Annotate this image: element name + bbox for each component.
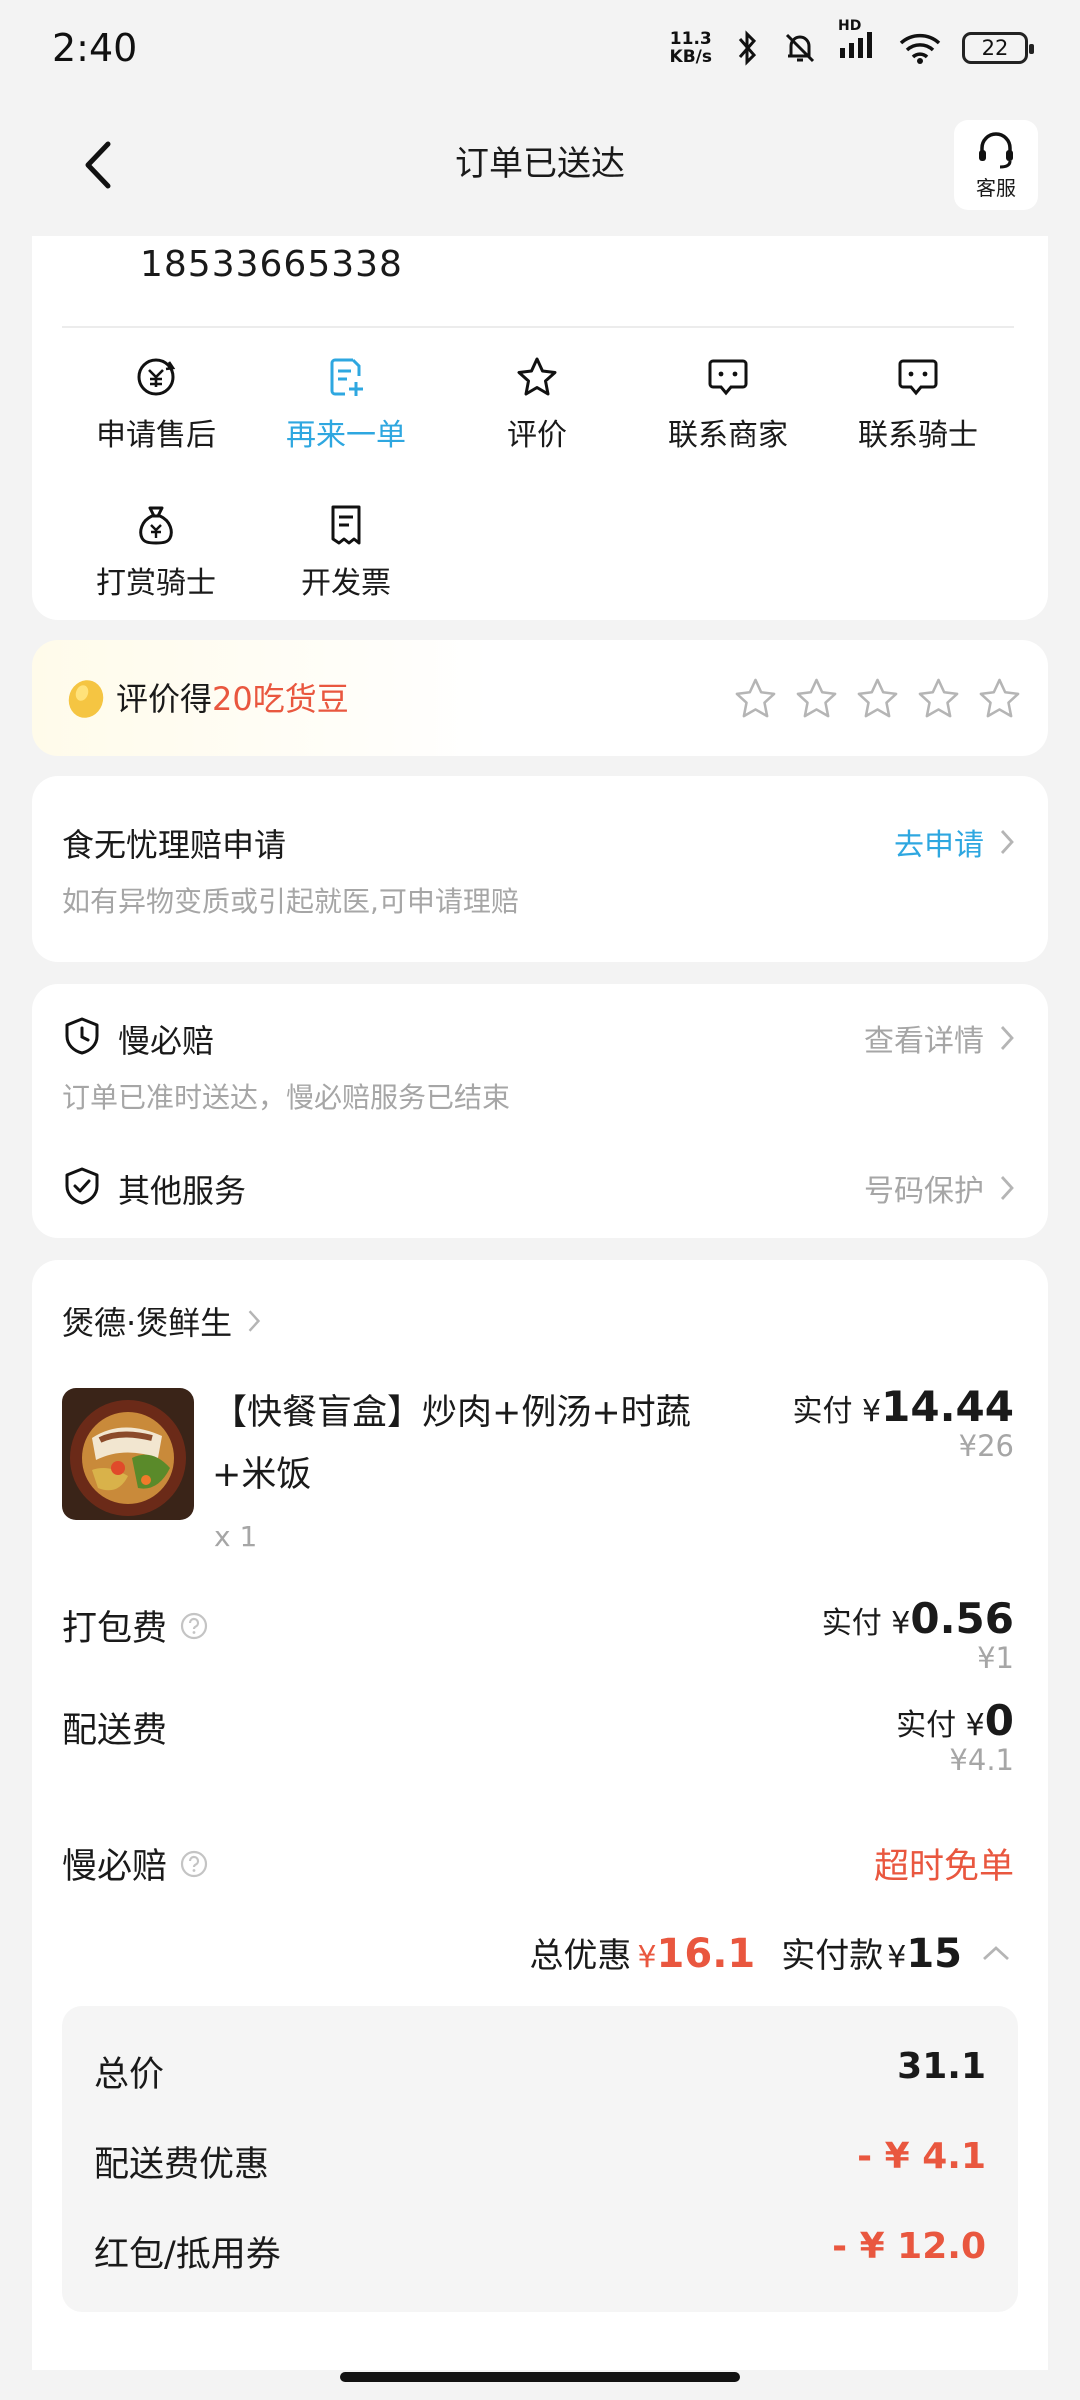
slow-pay-label: 慢必赔 [62,1838,209,1889]
detail-row-delivery-discount: 配送费优惠 - ¥ 4.1 [94,2136,986,2185]
packing-fee-label: 打包费 [62,1600,209,1651]
contact-phone: 18533665338 [140,244,403,285]
money-bag-icon [139,506,173,545]
action-invoice[interactable]: 开发票 [246,502,446,602]
claim-apply-link[interactable]: 去申请 [894,820,1016,864]
headset-icon [979,131,1013,168]
clock-shield-icon [65,1017,99,1055]
action-contact-rider[interactable]: 联系骑士 [818,354,1018,454]
food-quantity: x 1 [214,1520,258,1553]
order-actions-card: 18533665338 申请售后 再来一单 评价 联系商家 联系骑士 打赏骑士 … [32,236,1048,620]
shield-check-icon [65,1167,99,1205]
status-icons: 11.3 KB/s HD 22 [669,18,1034,69]
bluetooth-icon [738,30,757,66]
chevron-right-icon [1000,830,1014,854]
number-protection-link[interactable]: 号码保护 [864,1166,1016,1210]
claim-subtitle: 如有异物变质或引起就医,可申请理赔 [62,885,519,918]
rating-star-4[interactable] [916,676,961,721]
rating-card: 评价得20吃货豆 [32,640,1048,756]
packing-fee-price: 实付 ¥0.56 ¥1 [821,1594,1014,1675]
action-reorder[interactable]: 再来一单 [246,354,446,454]
slow-pay-details-link[interactable]: 查看详情 [864,1016,1016,1060]
home-indicator[interactable] [340,2372,740,2382]
chat-icon [898,359,938,396]
after-sale-icon [137,358,176,396]
help-icon[interactable] [179,1611,209,1641]
action-review[interactable]: 评价 [437,354,637,454]
customer-service-label: 客服 [976,175,1016,200]
claim-card[interactable]: 食无忧理赔申请 去申请 如有异物变质或引起就医,可申请理赔 [32,776,1048,962]
mute-bell-icon [785,33,815,63]
action-contact-merchant[interactable]: 联系商家 [628,354,828,454]
other-services-title: 其他服务 [118,1172,247,1210]
action-label: 开发票 [301,566,391,601]
star-icon [517,357,557,396]
action-label: 申请售后 [96,418,216,453]
status-bar: 2:40 11.3 KB/s HD 22 [0,0,1080,96]
battery-indicator: 22 [962,32,1034,64]
delivery-fee-label: 配送费 [62,1711,168,1751]
rating-star-3[interactable] [855,676,900,721]
order-detail-card: 煲德·煲鲜生 【快餐盲盒】炒肉+例汤+时蔬+米饭 x 1 实付 ¥14.44 ¥… [32,1260,1048,2370]
network-speed: 11.3 KB/s [669,29,712,67]
action-label: 再来一单 [286,418,406,453]
cellular-signal-icon: HD [838,18,878,69]
chat-icon [708,359,748,396]
help-icon[interactable] [179,1849,209,1879]
action-after-sale[interactable]: 申请售后 [56,354,256,454]
slow-pay-title: 慢必赔 [118,1022,215,1060]
detail-row-total: 总价 31.1 [94,2046,986,2095]
action-label: 联系商家 [668,418,788,453]
clock: 2:40 [52,26,138,70]
action-label: 评价 [507,418,567,453]
rating-star-5[interactable] [977,676,1022,721]
action-label: 打赏骑士 [96,566,216,601]
reorder-icon [330,358,363,396]
services-card: 慢必赔 查看详情 订单已准时送达，慢必赔服务已结束 其他服务 号码保护 [32,984,1048,1238]
item-price: 实付 ¥14.44 ¥26 [792,1382,1014,1463]
food-name: 【快餐盲盒】炒肉+例汤+时蔬+米饭 [212,1393,691,1495]
shop-name-link[interactable]: 煲德·煲鲜生 [62,1298,262,1344]
price-detail-box: 总价 31.1 配送费优惠 - ¥ 4.1 红包/抵用券 - ¥ 12.0 [62,2006,1018,2312]
action-label: 联系骑士 [858,418,978,453]
wifi-icon [899,33,941,64]
chevron-right-icon [248,1310,261,1332]
customer-service-button[interactable]: 客服 [954,120,1038,210]
slow-pay-subtitle: 订单已准时送达，慢必赔服务已结束 [62,1081,511,1114]
chevron-right-icon [1000,1026,1014,1050]
rating-star-2[interactable] [794,676,839,721]
bean-coin-icon [68,680,104,718]
detail-row-coupon: 红包/抵用券 - ¥ 12.0 [94,2226,986,2275]
chevron-up-icon[interactable] [978,1941,1014,1965]
chevron-right-icon [1000,1176,1014,1200]
delivery-fee-price: 实付 ¥0 ¥4.1 [896,1696,1014,1777]
rating-star-1[interactable] [733,676,778,721]
page-title: 订单已送达 [455,144,625,184]
rating-stars[interactable] [733,676,1022,721]
receipt-icon [331,505,361,545]
action-tip-rider[interactable]: 打赏骑士 [56,502,256,602]
divider [62,326,1014,328]
slow-pay-value: 超时免单 [873,1847,1014,1887]
claim-title: 食无忧理赔申请 [62,826,287,864]
rating-reward-text: 评价得20吃货豆 [116,680,349,718]
order-summary[interactable]: 总优惠 ¥16.1 实付款 ¥15 [529,1928,1014,1977]
food-image[interactable] [62,1388,194,1520]
nav-bar: 订单已送达 客服 [0,110,1080,220]
